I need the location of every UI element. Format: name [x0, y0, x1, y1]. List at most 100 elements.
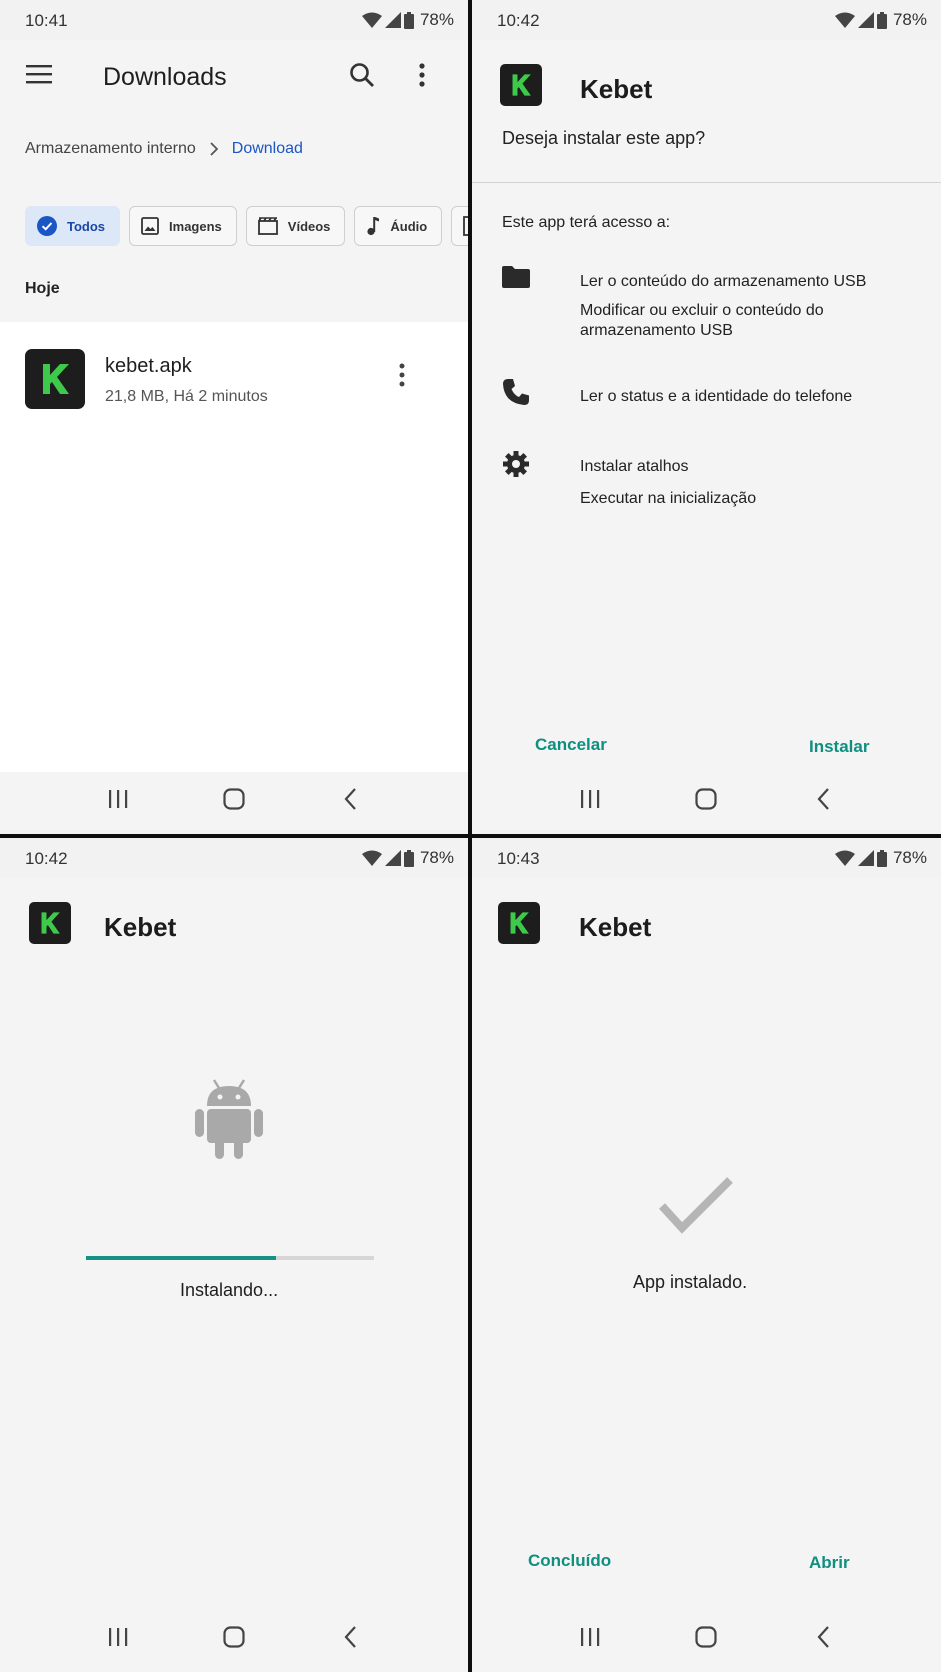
chevron-right-icon — [210, 142, 218, 156]
gear-icon — [503, 451, 529, 477]
image-icon — [141, 217, 159, 235]
signal-icon — [857, 12, 874, 28]
install-button[interactable]: Instalar — [809, 737, 869, 757]
divider — [472, 182, 941, 183]
home-icon — [695, 1626, 718, 1648]
kebet-logo-icon — [512, 74, 531, 96]
back-icon — [344, 1626, 356, 1648]
battery-percent: 78% — [419, 10, 454, 29]
app-bar: Downloads — [0, 40, 468, 120]
permission-line: Instalar atalhos — [580, 458, 689, 475]
kebet-logo-icon — [41, 912, 60, 934]
back-button[interactable] — [803, 1617, 843, 1657]
access-title: Este app terá acesso a: — [502, 214, 671, 231]
install-progress-bar — [86, 1256, 374, 1260]
install-prompt-screen: 10:42 78% Kebet Deseja instalar este app… — [472, 0, 941, 834]
permission-storage: Ler o conteúdo do armazenamento USB Modi… — [502, 265, 922, 345]
signal-icon — [857, 850, 874, 866]
chip-audio[interactable]: Áudio — [354, 206, 443, 246]
permission-phone: Ler o status e a identidade do telefone — [502, 378, 922, 418]
app-icon — [29, 902, 71, 944]
permission-shortcuts: Instalar atalhos Executar na inicializaç… — [502, 450, 922, 520]
done-button[interactable]: Concluído — [528, 1551, 611, 1571]
breadcrumb-root[interactable]: Armazenamento interno — [25, 140, 196, 158]
nav-bar — [0, 764, 468, 834]
back-icon — [817, 788, 829, 810]
breadcrumb-current[interactable]: Download — [232, 140, 303, 158]
battery-icon — [403, 11, 414, 29]
nav-bar — [472, 1602, 941, 1672]
installer-header: Kebet — [472, 878, 941, 968]
home-button[interactable] — [686, 779, 726, 819]
checkmark-icon — [659, 1177, 733, 1234]
back-button[interactable] — [330, 779, 370, 819]
home-button[interactable] — [686, 1617, 726, 1657]
cancel-button[interactable]: Cancelar — [535, 735, 607, 755]
document-icon — [463, 216, 468, 236]
nav-bar — [0, 1602, 468, 1672]
file-more-icon[interactable] — [398, 362, 406, 388]
chip-videos[interactable]: Vídeos — [245, 206, 346, 246]
open-button[interactable]: Abrir — [809, 1553, 850, 1573]
recents-button[interactable] — [98, 1617, 138, 1657]
home-icon — [223, 1626, 245, 1648]
chip-todos[interactable]: Todos — [25, 206, 121, 246]
installing-message: Instalando... — [180, 1280, 279, 1300]
chip-label: Vídeos — [287, 218, 331, 234]
filter-chips: Todos Imagens Vídeos Áudio — [25, 206, 468, 246]
installer-header: Kebet — [472, 40, 941, 130]
back-button[interactable] — [803, 779, 843, 819]
wifi-icon — [834, 12, 855, 28]
search-icon[interactable] — [349, 62, 375, 88]
more-options-icon[interactable] — [418, 62, 426, 88]
status-bar: 10:42 78% — [0, 838, 468, 878]
signal-icon — [384, 12, 401, 28]
file-list: kebet.apk 21,8 MB, Há 2 minutos — [0, 322, 468, 772]
app-name: Kebet — [580, 74, 653, 104]
progress-fill — [86, 1256, 277, 1260]
kebet-logo-icon — [510, 912, 529, 934]
menu-icon[interactable] — [26, 64, 52, 84]
android-robot-icon — [195, 1079, 263, 1159]
chip-label: Áudio — [390, 218, 428, 234]
chip-documents[interactable] — [451, 206, 468, 246]
file-meta: 21,8 MB, Há 2 minutos — [105, 388, 268, 405]
recents-icon — [109, 1628, 128, 1646]
installed-message: App instalado. — [633, 1272, 748, 1292]
phone-icon — [503, 379, 529, 405]
check-circle-icon — [37, 216, 57, 236]
app-icon — [498, 902, 540, 944]
recents-button[interactable] — [570, 1617, 610, 1657]
recents-button[interactable] — [570, 779, 610, 819]
downloads-screen: 10:41 78% Downloads Armazenamento intern… — [0, 0, 468, 834]
section-header: Hoje — [25, 280, 60, 297]
home-button[interactable] — [214, 779, 254, 819]
status-bar: 10:41 78% — [0, 0, 468, 40]
recents-button[interactable] — [98, 779, 138, 819]
battery-percent: 78% — [892, 10, 927, 29]
status-time: 10:42 — [25, 849, 68, 868]
file-row[interactable]: kebet.apk 21,8 MB, Há 2 minutos — [0, 322, 468, 438]
battery-icon — [876, 11, 887, 29]
back-button[interactable] — [330, 1617, 370, 1657]
home-button[interactable] — [214, 1617, 254, 1657]
folder-icon — [502, 266, 530, 288]
installed-screen: 10:43 78% Kebet App instalado. Concluído… — [472, 838, 941, 1672]
breadcrumb: Armazenamento interno Download — [25, 140, 303, 158]
home-icon — [223, 788, 245, 810]
recents-icon — [109, 790, 128, 808]
installer-header: Kebet — [0, 878, 468, 968]
install-question: Deseja instalar este app? — [502, 128, 706, 148]
music-note-icon — [367, 217, 380, 236]
permission-line: Ler o conteúdo do armazenamento USB — [580, 273, 867, 290]
movie-icon — [257, 217, 278, 235]
recents-icon — [581, 1628, 600, 1646]
wifi-icon — [834, 850, 855, 866]
chip-imagens[interactable]: Imagens — [129, 206, 237, 246]
battery-icon — [876, 849, 887, 867]
status-bar: 10:43 78% — [472, 838, 941, 878]
recents-icon — [581, 790, 600, 808]
app-name: Kebet — [104, 912, 177, 942]
permission-line: Modificar ou excluir o conteúdo do armaz… — [580, 302, 824, 339]
app-icon — [500, 64, 542, 106]
